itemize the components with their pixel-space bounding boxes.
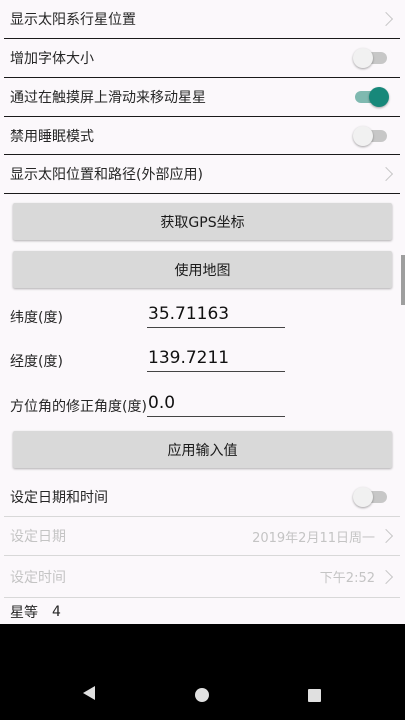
magnitude-value: 4 — [52, 604, 61, 620]
azimuth-label: 方位角的修正角度(度) — [10, 399, 147, 415]
latitude-label: 纬度(度) — [10, 310, 63, 326]
setting-show-sun-path-external[interactable]: 显示太阳位置和路径(外部应用) — [0, 155, 405, 193]
navigation-bar — [0, 624, 405, 720]
setting-label: 禁用睡眠模式 — [10, 128, 94, 145]
setting-label: 设定时间 — [10, 569, 66, 586]
divider — [4, 597, 400, 598]
back-icon[interactable] — [83, 686, 95, 700]
setting-label: 设定日期 — [10, 529, 66, 545]
setting-label: 增加字体大小 — [10, 51, 94, 67]
swipe-stars-toggle[interactable] — [353, 87, 389, 107]
longitude-label: 经度(度) — [10, 354, 63, 370]
datetime-toggle[interactable] — [353, 487, 389, 507]
chevron-right-icon — [378, 11, 394, 27]
date-value: 2019年2月11日周一 — [252, 530, 375, 546]
chevron-right-icon — [378, 166, 394, 182]
chevron-right-icon — [378, 528, 394, 544]
setting-swipe-to-move-stars[interactable]: 通过在触摸屏上滑动来移动星星 — [0, 78, 405, 116]
sleep-mode-toggle[interactable] — [353, 125, 389, 146]
chevron-right-icon — [378, 569, 394, 584]
home-icon[interactable] — [195, 688, 209, 702]
setting-set-datetime[interactable]: 设定日期和时间 — [0, 478, 405, 516]
setting-show-planet-positions[interactable]: 显示太阳系行星位置 — [0, 0, 405, 38]
setting-label: 显示太阳位置和路径(外部应用) — [10, 167, 203, 183]
use-map-button[interactable]: 使用地图 — [13, 251, 392, 288]
latitude-input[interactable]: 35.71163 — [147, 304, 285, 328]
setting-set-time[interactable]: 设定时间 下午2:52 — [0, 556, 405, 597]
get-gps-button[interactable]: 获取GPS坐标 — [13, 203, 392, 240]
magnitude-row[interactable]: 星等 4 — [0, 600, 405, 624]
apply-input-button[interactable]: 应用输入值 — [13, 431, 392, 468]
setting-set-date[interactable]: 设定日期 2019年2月11日周一 — [0, 517, 405, 555]
setting-label: 显示太阳系行星位置 — [10, 12, 136, 28]
setting-label: 设定日期和时间 — [10, 490, 108, 506]
divider — [4, 193, 400, 194]
recent-apps-icon[interactable] — [308, 689, 321, 702]
time-value: 下午2:52 — [319, 571, 375, 586]
azimuth-input[interactable]: 0.0 — [147, 393, 285, 417]
scrollbar[interactable] — [401, 255, 405, 305]
font-size-toggle[interactable] — [353, 48, 389, 68]
magnitude-label: 星等 — [10, 605, 38, 621]
setting-disable-sleep-mode[interactable]: 禁用睡眠模式 — [0, 117, 405, 154]
longitude-input[interactable]: 139.7211 — [147, 348, 285, 372]
setting-label: 通过在触摸屏上滑动来移动星星 — [10, 90, 206, 106]
setting-increase-font-size[interactable]: 增加字体大小 — [0, 39, 405, 77]
